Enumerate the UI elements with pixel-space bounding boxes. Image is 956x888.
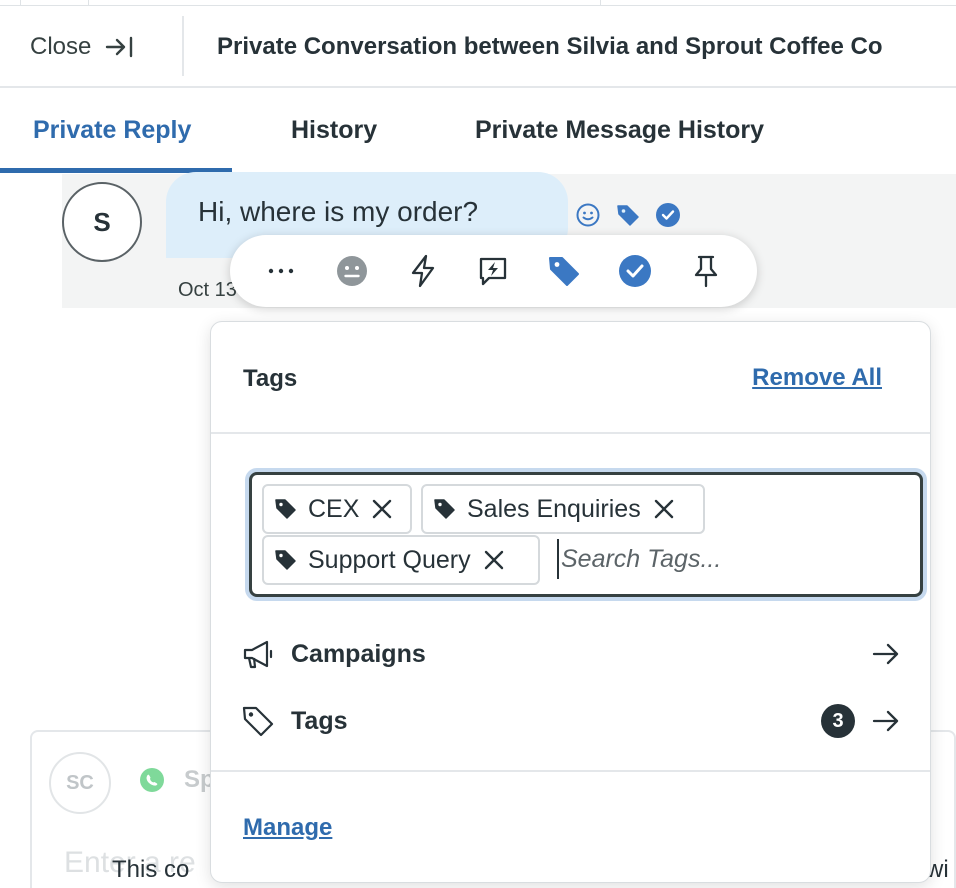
remove-tag-icon[interactable] xyxy=(481,547,507,573)
megaphone-icon xyxy=(241,634,281,674)
panel-header: Close Private Conversation between Silvi… xyxy=(0,6,956,88)
tag-icon xyxy=(275,499,296,519)
tag-count-badge: 3 xyxy=(821,704,855,738)
composer-notice: This co xyxy=(112,856,190,883)
tag-chip: Support Query xyxy=(262,535,540,585)
popover-divider xyxy=(211,432,930,434)
remove-tag-icon[interactable] xyxy=(369,496,395,522)
tag-chip: Sales Enquiries xyxy=(421,484,705,534)
avatar-initial: S xyxy=(93,206,111,237)
tab-history[interactable]: History xyxy=(291,116,377,145)
header-divider xyxy=(182,16,184,76)
composer-avatar-initials: SC xyxy=(66,771,94,794)
reply-bolt-icon[interactable] xyxy=(471,249,515,293)
popover-title: Tags xyxy=(243,365,298,392)
composer-avatar: SC xyxy=(49,752,111,814)
complete-icon[interactable] xyxy=(613,249,657,293)
message-status-icons xyxy=(574,201,682,229)
close-label: Close xyxy=(30,33,92,60)
check-circle-icon[interactable] xyxy=(654,201,682,229)
lightning-icon[interactable] xyxy=(401,249,445,293)
pin-icon[interactable] xyxy=(684,249,728,293)
tag-chip-label: Sales Enquiries xyxy=(467,494,641,523)
remove-all-link[interactable]: Remove All xyxy=(752,364,882,392)
message-date: Oct 13 xyxy=(178,279,237,301)
remove-tag-icon[interactable] xyxy=(651,496,677,522)
tag-outline-icon xyxy=(241,701,281,741)
message-text: Hi, where is my order? xyxy=(198,196,479,227)
manage-link[interactable]: Manage xyxy=(243,814,332,842)
tab-private-reply[interactable]: Private Reply xyxy=(33,116,191,145)
arrow-right-icon xyxy=(871,707,901,740)
menu-item-tags[interactable]: Tags 3 xyxy=(241,699,901,743)
tag-selector-field[interactable]: CEX Sales Enquiries Support Query xyxy=(249,472,923,597)
menu-item-campaigns[interactable]: Campaigns xyxy=(241,632,901,676)
tags-popover: Tags Remove All CEX Sales Enquiries Supp… xyxy=(210,321,931,883)
message-action-toolbar xyxy=(230,235,757,307)
more-icon[interactable] xyxy=(259,249,303,293)
menu-item-label: Tags xyxy=(291,706,348,735)
sentiment-icon[interactable] xyxy=(330,249,374,293)
tab-private-message-history[interactable]: Private Message History xyxy=(475,116,764,145)
search-tags-input[interactable] xyxy=(557,539,897,579)
smiley-icon[interactable] xyxy=(574,201,602,229)
avatar: S xyxy=(62,182,142,262)
conversation-title: Private Conversation between Silvia and … xyxy=(217,33,883,60)
tag-chip-label: CEX xyxy=(308,494,360,523)
tag-icon[interactable] xyxy=(542,249,586,293)
popover-divider xyxy=(211,770,930,772)
menu-item-label: Campaigns xyxy=(291,639,426,668)
tag-icon xyxy=(275,550,296,570)
collapse-right-icon xyxy=(106,36,133,58)
tag-icon[interactable] xyxy=(614,201,642,229)
tag-icon xyxy=(434,499,455,519)
arrow-right-icon xyxy=(871,640,901,673)
tag-chip-label: Support Query xyxy=(308,545,471,574)
whatsapp-icon xyxy=(138,766,166,799)
tag-chip: CEX xyxy=(262,484,412,534)
close-button[interactable]: Close xyxy=(30,32,135,62)
tab-bar: Private Reply History Private Message Hi… xyxy=(0,90,956,174)
